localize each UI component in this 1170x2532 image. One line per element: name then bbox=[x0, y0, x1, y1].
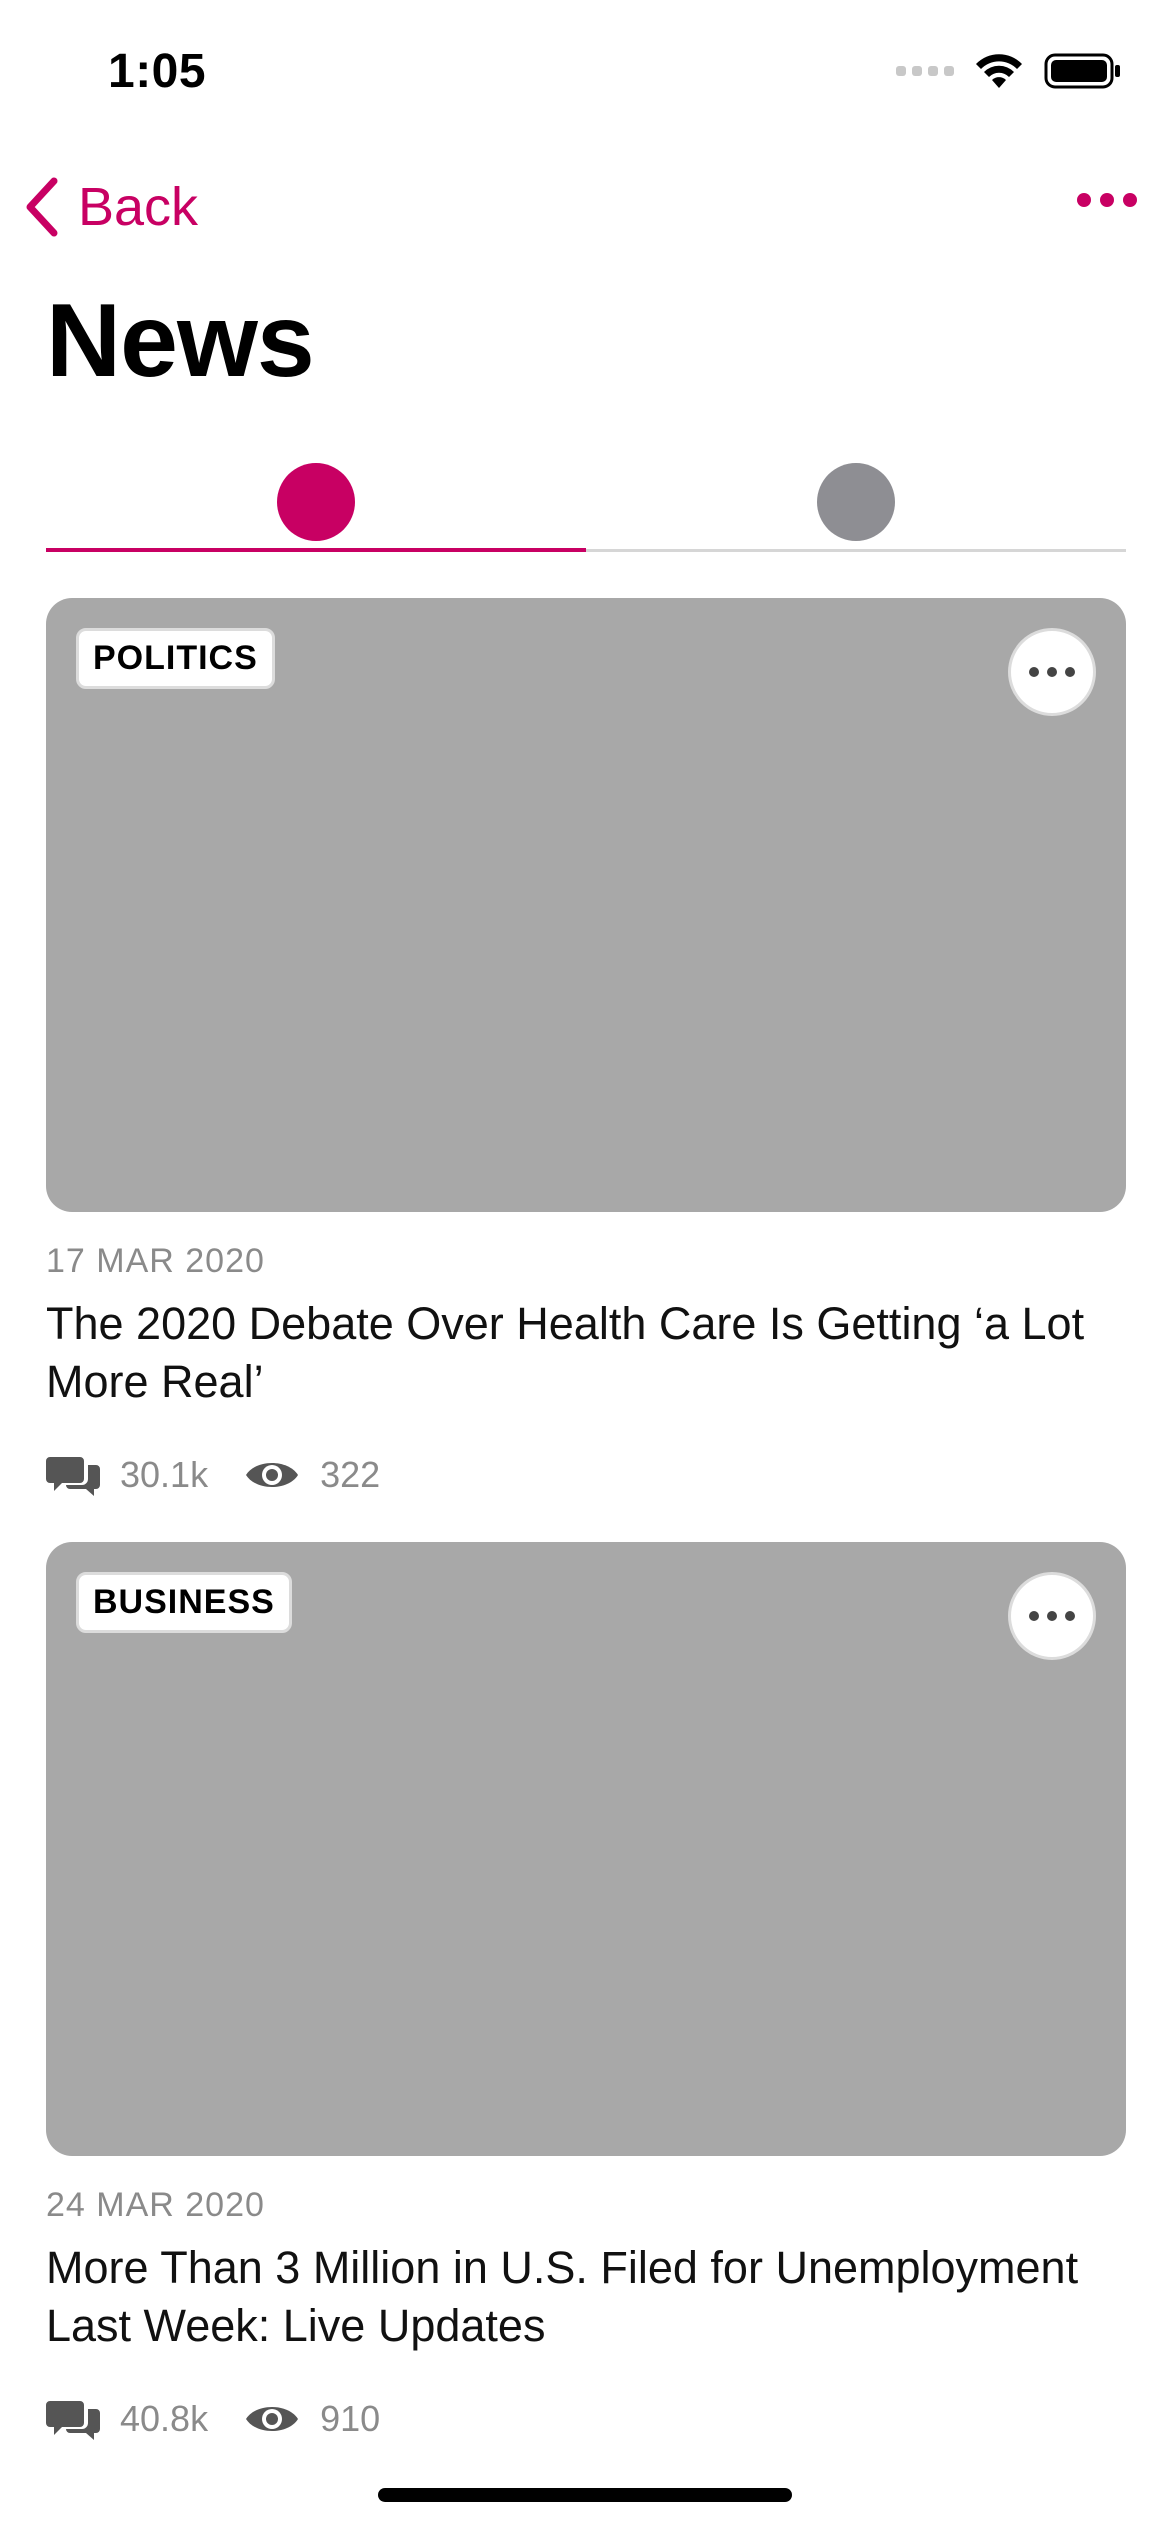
article-card[interactable]: BUSINESS 24 MAR 2020 More Than 3 Million… bbox=[46, 1542, 1126, 2441]
article-image[interactable]: POLITICS bbox=[46, 598, 1126, 1212]
chevron-left-icon bbox=[26, 177, 58, 237]
category-tag: BUSINESS bbox=[76, 1572, 292, 1633]
tab-2-indicator bbox=[586, 549, 1126, 552]
back-button[interactable]: Back bbox=[24, 176, 198, 238]
ellipsis-icon bbox=[1077, 193, 1137, 207]
category-tag: POLITICS bbox=[76, 628, 275, 689]
article-date: 17 MAR 2020 bbox=[46, 1242, 265, 1280]
wifi-icon bbox=[976, 54, 1022, 88]
back-label: Back bbox=[78, 177, 199, 237]
more-options-button[interactable] bbox=[1076, 190, 1138, 215]
ellipsis-icon bbox=[1029, 667, 1075, 677]
comments-stat[interactable]: 40.8k bbox=[46, 2397, 208, 2441]
comments-icon bbox=[46, 1457, 100, 1496]
article-stats: 30.1k 322 bbox=[46, 1453, 1126, 1497]
status-time: 1:05 bbox=[108, 45, 207, 98]
tab-2[interactable] bbox=[586, 452, 1126, 552]
article-title[interactable]: More Than 3 Million in U.S. Filed for Un… bbox=[46, 2239, 1126, 2355]
views-stat: 322 bbox=[244, 1454, 380, 1496]
tab-1-indicator bbox=[46, 548, 586, 552]
status-icons bbox=[896, 52, 1122, 90]
views-count: 910 bbox=[320, 2398, 381, 2439]
views-count: 322 bbox=[320, 1454, 381, 1495]
eye-icon bbox=[246, 1463, 299, 1487]
battery-icon bbox=[1044, 53, 1120, 89]
comments-stat[interactable]: 30.1k bbox=[46, 1453, 208, 1497]
home-indicator[interactable] bbox=[378, 2488, 792, 2502]
article-date: 24 MAR 2020 bbox=[46, 2186, 265, 2224]
tab-bar bbox=[46, 452, 1126, 552]
article-image[interactable]: BUSINESS bbox=[46, 1542, 1126, 2156]
article-more-button[interactable] bbox=[1008, 628, 1096, 716]
comments-count: 40.8k bbox=[120, 2398, 209, 2439]
article-stats: 40.8k 910 bbox=[46, 2397, 1126, 2441]
comments-icon bbox=[46, 2401, 100, 2440]
cellular-signal-icon bbox=[896, 66, 954, 76]
article-title[interactable]: The 2020 Debate Over Health Care Is Gett… bbox=[46, 1295, 1126, 1411]
article-card[interactable]: POLITICS 17 MAR 2020 The 2020 Debate Ove… bbox=[46, 598, 1126, 1497]
views-stat: 910 bbox=[244, 2398, 380, 2440]
comments-count: 30.1k bbox=[120, 1454, 209, 1495]
page-title: News bbox=[46, 283, 315, 399]
eye-icon bbox=[246, 2407, 299, 2431]
tab-2-icon bbox=[817, 463, 895, 541]
news-screen: 1:05 Back News POLITICS 17 MAR 2020 The … bbox=[0, 0, 1170, 2532]
ellipsis-icon bbox=[1029, 1611, 1075, 1621]
tab-1-icon bbox=[277, 463, 355, 541]
article-more-button[interactable] bbox=[1008, 1572, 1096, 1660]
tab-1[interactable] bbox=[46, 452, 586, 552]
